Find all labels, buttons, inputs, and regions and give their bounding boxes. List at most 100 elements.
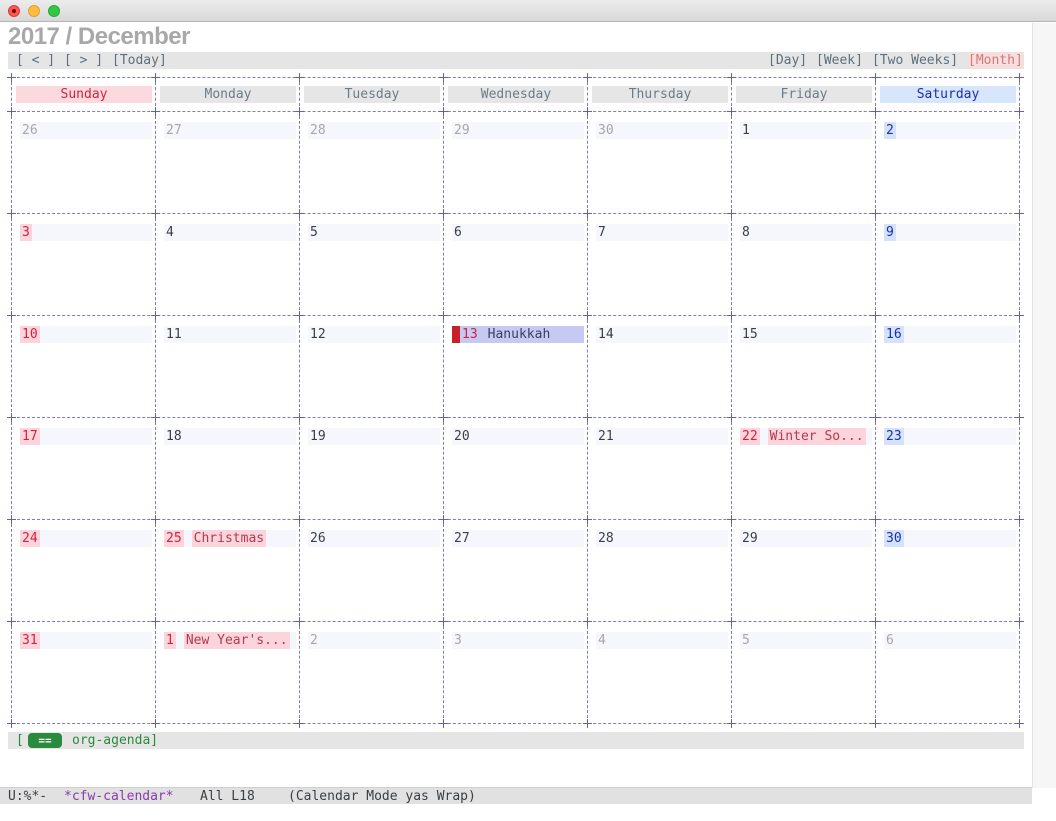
day-cell[interactable]: 26 bbox=[308, 530, 440, 547]
grid-intersection bbox=[439, 73, 448, 82]
day-cell[interactable]: 1 bbox=[740, 122, 872, 139]
minimize-window-button[interactable] bbox=[28, 5, 40, 17]
day-cell[interactable]: 11 bbox=[164, 326, 296, 343]
grid-intersection bbox=[151, 413, 160, 422]
day-cell[interactable]: 20 bbox=[452, 428, 584, 445]
day-cell[interactable]: 22 Winter So... bbox=[740, 428, 872, 445]
day-cell[interactable]: 19 bbox=[308, 428, 440, 445]
day-cell[interactable]: 31 bbox=[20, 632, 152, 649]
grid-intersection bbox=[151, 107, 160, 116]
day-cell[interactable]: 15 bbox=[740, 326, 872, 343]
day-number: 31 bbox=[20, 632, 40, 649]
today-button[interactable]: [Today] bbox=[112, 52, 167, 69]
org-agenda-icon[interactable]: == bbox=[28, 733, 62, 748]
day-number: 30 bbox=[884, 530, 904, 547]
day-cell[interactable]: 9 bbox=[884, 224, 1016, 241]
day-cell[interactable]: 28 bbox=[308, 122, 440, 139]
day-number: 13 bbox=[462, 327, 478, 342]
day-cell[interactable]: 3 bbox=[452, 632, 584, 649]
day-cell[interactable]: 29 bbox=[740, 530, 872, 547]
day-cell[interactable]: 2 bbox=[884, 122, 1016, 139]
day-cell[interactable]: 18 bbox=[164, 428, 296, 445]
day-cell[interactable]: 17 bbox=[20, 428, 152, 445]
day-cell[interactable]: 26 bbox=[20, 122, 152, 139]
day-number: 3 bbox=[454, 633, 462, 648]
day-number: 2 bbox=[310, 633, 318, 648]
day-cell[interactable]: 30 bbox=[596, 122, 728, 139]
grid-column-line bbox=[155, 218, 156, 310]
grid-column-line bbox=[1019, 422, 1020, 514]
calendar-event[interactable]: New Year's... bbox=[183, 632, 290, 649]
day-cell[interactable]: 5 bbox=[740, 632, 872, 649]
grid-column-line bbox=[731, 82, 732, 106]
grid-intersection bbox=[1015, 515, 1024, 524]
next-month-button[interactable]: [ > ] bbox=[64, 52, 103, 69]
grid-intersection bbox=[727, 413, 736, 422]
week-view-button[interactable]: [Week] bbox=[816, 52, 863, 69]
day-cell[interactable]: 3 bbox=[20, 224, 152, 241]
day-number: 2 bbox=[884, 122, 896, 139]
day-cell[interactable]: 4 bbox=[164, 224, 296, 241]
month-view-button[interactable]: [Month] bbox=[968, 52, 1023, 69]
grid-intersection bbox=[871, 209, 880, 218]
close-window-button[interactable] bbox=[8, 5, 20, 17]
grid-intersection bbox=[871, 617, 880, 626]
grid-intersection bbox=[151, 719, 160, 728]
day-number: 29 bbox=[454, 123, 470, 138]
day-number: 7 bbox=[598, 225, 606, 240]
org-agenda-link[interactable]: org-agenda] bbox=[72, 732, 158, 749]
grid-intersection bbox=[7, 209, 16, 218]
day-cell[interactable]: 12 bbox=[308, 326, 440, 343]
today-marker bbox=[452, 326, 460, 343]
day-cell[interactable]: 1 New Year's... bbox=[164, 632, 296, 649]
day-cell[interactable]: 30 bbox=[884, 530, 1016, 547]
day-cell[interactable]: 23 bbox=[884, 428, 1016, 445]
two-weeks-view-button[interactable]: [Two Weeks] bbox=[872, 52, 958, 69]
modeline-modes[interactable]: (Calendar Mode yas Wrap) bbox=[288, 788, 476, 805]
day-cell[interactable]: 7 bbox=[596, 224, 728, 241]
grid-intersection bbox=[439, 617, 448, 626]
day-cell[interactable]: 27 bbox=[452, 530, 584, 547]
grid-intersection bbox=[295, 515, 304, 524]
day-cell[interactable]: 10 bbox=[20, 326, 152, 343]
weekday-header-tuesday: Tuesday bbox=[304, 86, 440, 103]
grid-column-line bbox=[299, 116, 300, 208]
calendar-event[interactable]: Hanukkah bbox=[486, 326, 553, 343]
grid-column-line bbox=[299, 82, 300, 106]
day-cell[interactable]: 24 bbox=[20, 530, 152, 547]
day-cell[interactable]: 6 bbox=[452, 224, 584, 241]
day-cell[interactable]: 6 bbox=[884, 632, 1016, 649]
day-cell[interactable]: 25 Christmas bbox=[164, 530, 296, 547]
zoom-window-button[interactable] bbox=[48, 5, 60, 17]
grid-column-line bbox=[443, 524, 444, 616]
day-cell[interactable]: 14 bbox=[596, 326, 728, 343]
grid-intersection bbox=[1015, 107, 1024, 116]
grid-intersection bbox=[295, 617, 304, 626]
day-cell[interactable]: 2 bbox=[308, 632, 440, 649]
day-cell[interactable]: 27 bbox=[164, 122, 296, 139]
grid-column-line bbox=[11, 82, 12, 106]
calendar-event[interactable]: Christmas bbox=[191, 530, 267, 547]
day-number: 4 bbox=[598, 633, 606, 648]
day-view-button[interactable]: [Day] bbox=[768, 52, 807, 69]
grid-column-line bbox=[443, 320, 444, 412]
day-number: 18 bbox=[166, 429, 182, 444]
grid-intersection bbox=[583, 515, 592, 524]
day-cell[interactable]: 8 bbox=[740, 224, 872, 241]
day-cell[interactable]: 29 bbox=[452, 122, 584, 139]
day-cell[interactable]: 4 bbox=[596, 632, 728, 649]
grid-column-line bbox=[155, 524, 156, 616]
day-number: 3 bbox=[20, 224, 32, 241]
prev-month-button[interactable]: [ < ] bbox=[16, 52, 55, 69]
day-cell[interactable]: 28 bbox=[596, 530, 728, 547]
day-cell[interactable]: 13 Hanukkah bbox=[452, 326, 584, 343]
day-cell[interactable]: 5 bbox=[308, 224, 440, 241]
day-cell[interactable]: 16 bbox=[884, 326, 1016, 343]
scrollbar[interactable] bbox=[1032, 23, 1056, 788]
calendar-event[interactable]: Winter So... bbox=[767, 428, 866, 445]
grid-column-line bbox=[299, 626, 300, 718]
day-cell[interactable]: 21 bbox=[596, 428, 728, 445]
day-number: 11 bbox=[166, 327, 182, 342]
modeline-buffer-name[interactable]: *cfw-calendar* bbox=[64, 788, 174, 805]
grid-intersection bbox=[7, 515, 16, 524]
